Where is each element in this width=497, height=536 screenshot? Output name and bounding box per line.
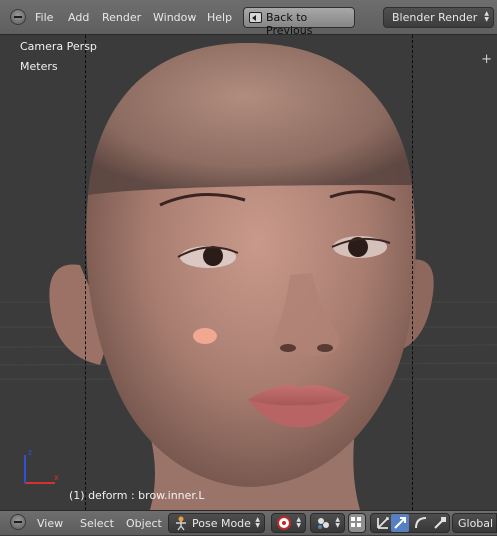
transform-icons-group	[370, 513, 450, 533]
bottom-collapse-button[interactable]	[10, 514, 26, 530]
scale-manipulator-icon[interactable]	[431, 514, 449, 532]
updown-arrows-icon: ▲ ▼	[484, 10, 489, 23]
pose-mode-icon	[176, 516, 186, 531]
shading-icon	[277, 516, 291, 530]
render-engine-select[interactable]: Blender Render ▲ ▼	[383, 7, 494, 28]
render-engine-label: Blender Render	[392, 11, 478, 24]
menu-add[interactable]: Add	[68, 11, 89, 24]
properties-toggle-plus-icon[interactable]: +	[481, 52, 492, 67]
manipulator-icon	[351, 517, 361, 527]
mode-updown-icon: ▲ ▼	[255, 516, 260, 529]
menu-window[interactable]: Window	[153, 11, 196, 24]
camera-frame-right	[412, 35, 413, 510]
units-label: Meters	[20, 60, 58, 73]
manipulator-toggle[interactable]	[348, 513, 366, 533]
camera-frame-left	[85, 35, 86, 510]
interaction-mode-select[interactable]: Pose Mode ▲ ▼	[168, 513, 265, 533]
pivot-icon	[318, 518, 329, 529]
menu-help[interactable]: Help	[207, 11, 232, 24]
axis-x-label: x	[54, 473, 59, 482]
translate-manipulator-icon[interactable]	[374, 514, 392, 532]
shading-updown-icon: ▲ ▼	[296, 516, 301, 529]
bottom-header: View Select Object Pose Mode ▲▼ ▲▼ ▲▼	[0, 510, 497, 535]
menu-file[interactable]: File	[35, 11, 53, 24]
rotate-manipulator-active[interactable]	[391, 514, 409, 532]
back-to-previous-label: Back to Previous	[266, 11, 313, 37]
menu-object[interactable]: Object	[126, 517, 162, 530]
menu-select[interactable]: Select	[80, 517, 114, 530]
viewport-render	[0, 43, 497, 510]
transform-orientation-select[interactable]: Global	[452, 513, 497, 533]
viewport-shading-select[interactable]: ▲ ▼	[271, 513, 306, 533]
rotate-arc-icon[interactable]	[412, 514, 430, 532]
active-object-status: (1) deform : brow.inner.L	[69, 489, 205, 502]
mode-label: Pose Mode	[192, 517, 251, 530]
screen-back-icon	[249, 12, 262, 23]
back-to-previous-button[interactable]: Back to Previous	[243, 7, 355, 37]
menu-view[interactable]: View	[37, 517, 63, 530]
pivot-updown-icon: ▲ ▼	[335, 516, 340, 529]
top-header: File Add Render Window Help Back to Prev…	[0, 0, 497, 37]
selected-bone-highlight	[193, 328, 217, 344]
view-label: Camera Persp	[20, 40, 97, 53]
axis-gizmo	[24, 455, 55, 484]
header-collapse-button[interactable]	[10, 9, 26, 25]
3d-viewport[interactable]: Camera Persp Meters + x z (1) deform : b…	[0, 35, 497, 510]
orientation-label: Global	[458, 517, 494, 530]
menu-render[interactable]: Render	[102, 11, 141, 24]
axis-z-label: z	[28, 448, 33, 457]
pivot-point-select[interactable]: ▲ ▼	[310, 513, 345, 533]
arrow-diagonal-icon	[394, 517, 406, 529]
